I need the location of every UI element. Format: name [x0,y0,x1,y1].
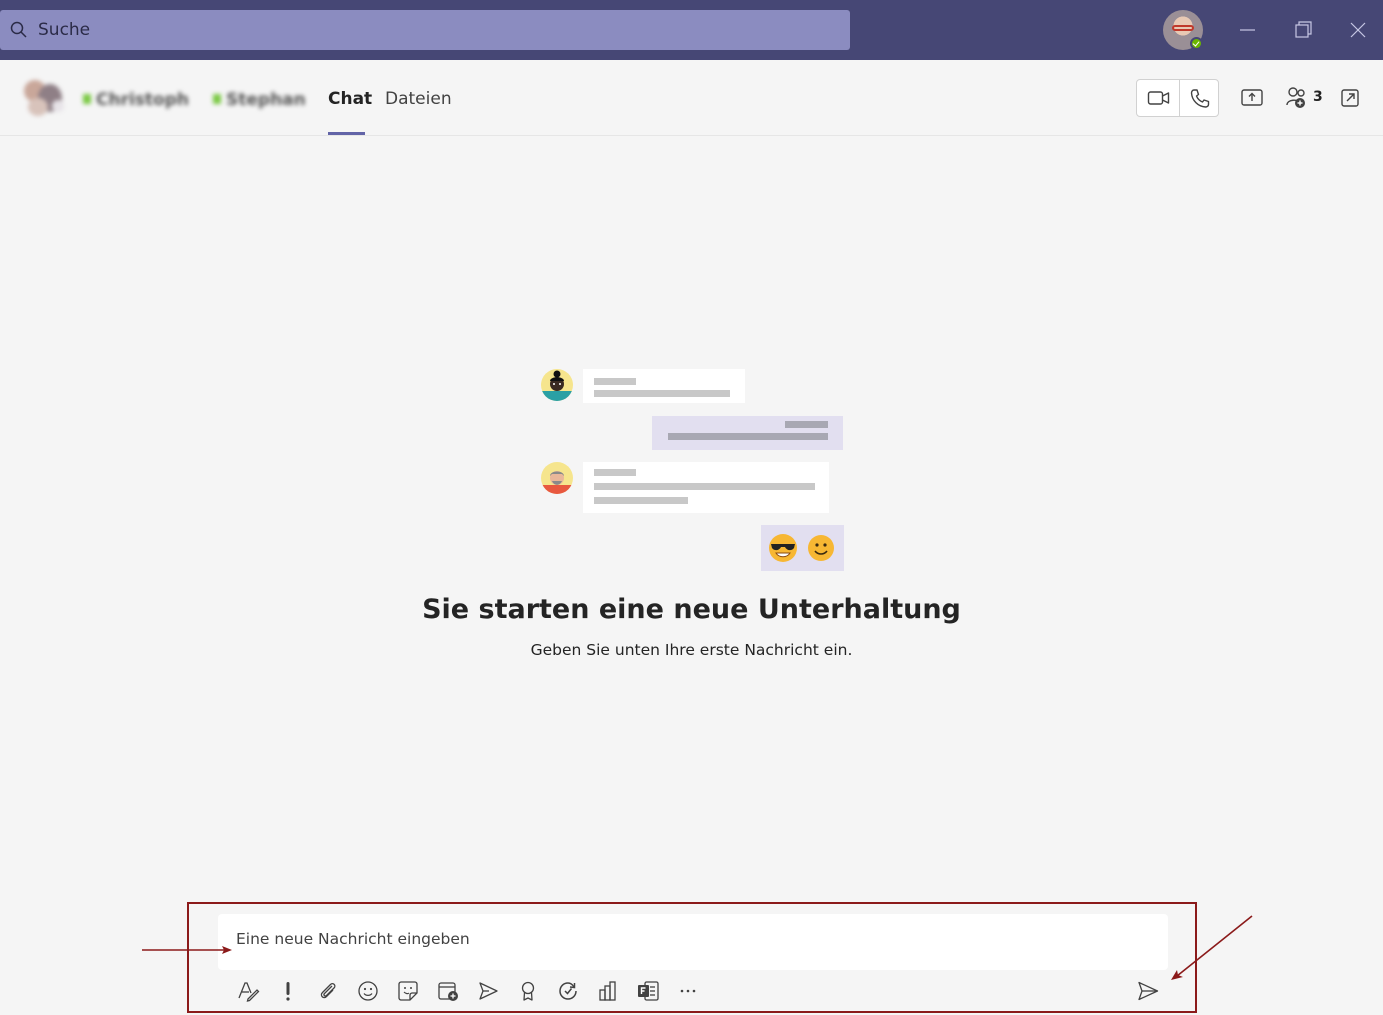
title-bar: Suche [0,0,1383,60]
avatar-woman-icon [541,369,573,401]
participants-add-icon[interactable] [1285,86,1311,110]
search-placeholder: Suche [38,20,91,40]
loop-icon[interactable] [556,979,580,1003]
empty-state-title: Sie starten eine neue Unterhaltung [422,594,961,625]
tab-files[interactable]: Dateien [385,89,452,109]
send-icon[interactable] [1136,979,1160,1003]
praise-icon[interactable] [516,979,540,1003]
restore-icon[interactable] [1288,15,1318,45]
tab-chat[interactable]: Chat [328,89,372,109]
format-icon[interactable] [236,979,260,1003]
message-input[interactable] [236,930,1136,948]
search-icon [10,21,27,38]
close-icon[interactable] [1343,15,1373,45]
active-tab-indicator [328,132,365,135]
cool-emoji-icon [769,534,797,562]
video-call-icon[interactable] [1147,88,1171,108]
poll-icon[interactable] [596,979,620,1003]
chat-header: Christoph Stephan Chat Dateien 3 [0,60,1383,136]
participant-name-1: Christoph [96,90,189,110]
minimize-icon[interactable] [1232,15,1262,45]
pop-out-icon[interactable] [1339,87,1361,109]
stream-icon[interactable] [476,979,500,1003]
presence-available-icon [1190,37,1203,50]
attach-icon[interactable] [316,979,340,1003]
avatar-man-icon [541,462,573,494]
emoji-icon[interactable] [356,979,380,1003]
call-buttons [1136,79,1219,117]
conversation-illustration [540,368,845,573]
search-box[interactable]: Suche [0,10,850,50]
smile-emoji-icon [808,535,834,561]
more-icon[interactable] [676,979,700,1003]
participant-name-2: Stephan [226,90,306,110]
schedule-meeting-icon[interactable] [436,979,460,1003]
sticker-icon[interactable] [396,979,420,1003]
participant-count[interactable]: 3 [1313,89,1323,105]
group-avatar [22,78,66,118]
forms-icon[interactable] [636,979,660,1003]
important-icon[interactable] [276,979,300,1003]
compose-box[interactable] [218,914,1168,970]
empty-state-subtitle: Geben Sie unten Ihre erste Nachricht ein… [530,641,853,659]
share-screen-icon[interactable] [1240,87,1264,109]
audio-call-icon[interactable] [1189,88,1211,110]
